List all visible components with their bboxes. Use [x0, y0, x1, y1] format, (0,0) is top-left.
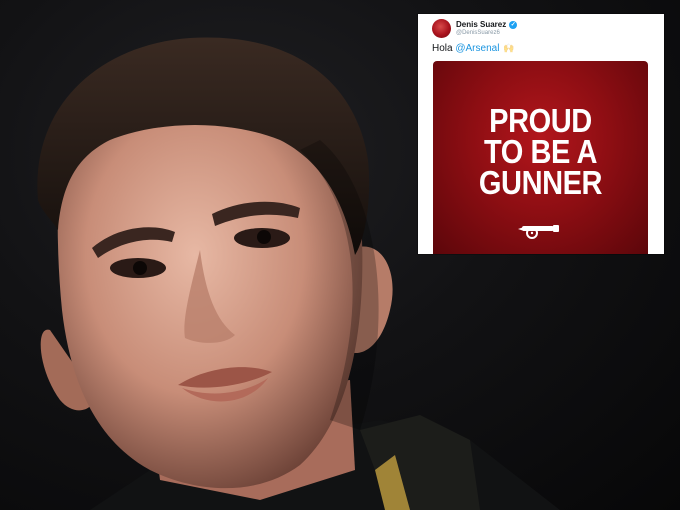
- author-name[interactable]: Denis Suarez: [456, 20, 506, 29]
- author-name-row[interactable]: Denis Suarez ✓: [456, 20, 518, 29]
- tweet-card[interactable]: Denis Suarez ✓ @DenisSuarez6 Hola @Arsen…: [418, 14, 664, 254]
- author-handle[interactable]: @DenisSuarez6: [456, 30, 500, 36]
- tweet-text-prefix: Hola: [432, 43, 456, 54]
- raised-hands-icon: 🙌: [503, 43, 515, 53]
- slogan-line-1: PROUD: [489, 102, 592, 139]
- author-avatar[interactable]: [432, 19, 451, 38]
- cannon-crest-icon: [518, 225, 559, 239]
- verified-badge-icon: ✓: [509, 20, 518, 29]
- tweet-text: Hola @Arsenal 🙌: [432, 43, 515, 54]
- mention-link[interactable]: @Arsenal: [455, 43, 499, 54]
- tweet-media-image[interactable]: PROUD TO BE A GUNNER: [433, 61, 648, 254]
- slogan-line-3: GUNNER: [478, 164, 603, 201]
- slogan-line-2: TO BE A: [483, 133, 598, 170]
- slogan: PROUD TO BE A GUNNER: [446, 102, 635, 201]
